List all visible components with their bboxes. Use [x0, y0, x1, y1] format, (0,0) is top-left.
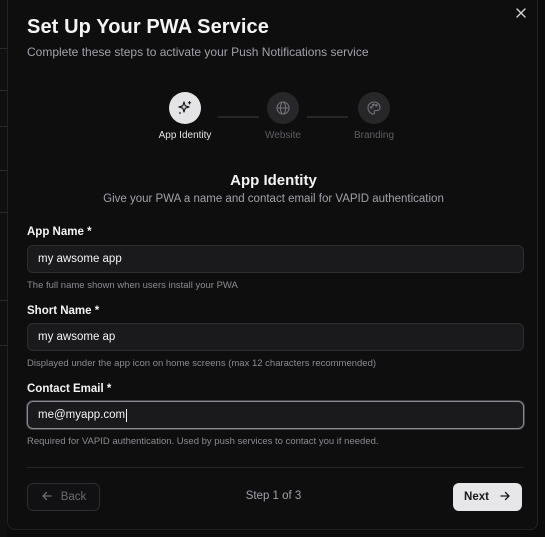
short-name-label: Short Name * [27, 305, 100, 317]
dialog-title: Set Up Your PWA Service [27, 16, 270, 38]
section-title: App Identity [230, 172, 317, 189]
short-name-value: my awsome ap [38, 331, 116, 343]
step-label: Branding [353, 130, 395, 141]
app-name-input[interactable]: my awsome app [27, 245, 524, 273]
next-label: Next [464, 491, 489, 503]
contact-email-help: Required for VAPID authentication. Used … [27, 436, 379, 447]
arrow-right-icon [499, 490, 511, 505]
app-name-value: my awsome app [38, 253, 122, 265]
setup-dialog: Set Up Your PWA Service Complete these s… [7, 0, 538, 530]
close-icon[interactable] [513, 6, 529, 22]
dialog-subtitle: Complete these steps to activate your Pu… [27, 45, 369, 59]
backdrop [0, 0, 7, 537]
contact-email-input[interactable]: me@myapp.com [27, 401, 524, 429]
step-label: App Identity [158, 130, 212, 141]
stepper: App Identity Website Branding [8, 92, 539, 144]
palette-icon [358, 92, 390, 124]
next-button[interactable]: Next [453, 483, 522, 511]
step-branding[interactable]: Branding [334, 92, 414, 141]
section-subtitle: Give your PWA a name and contact email f… [103, 193, 444, 205]
app-name-label: App Name * [27, 226, 92, 238]
short-name-input[interactable]: my awsome ap [27, 323, 524, 351]
globe-icon [267, 92, 299, 124]
contact-email-value: me@myapp.com [38, 409, 126, 421]
app-name-help: The full name shown when users install y… [27, 280, 238, 291]
step-label: Website [265, 130, 301, 141]
contact-email-label: Contact Email * [27, 383, 112, 395]
footer-divider [27, 467, 524, 468]
step-app-identity[interactable]: App Identity [145, 92, 225, 141]
sparkles-icon [169, 92, 201, 124]
short-name-help: Displayed under the app icon on home scr… [27, 358, 377, 369]
step-website[interactable]: Website [243, 92, 323, 141]
text-caret [126, 408, 128, 422]
